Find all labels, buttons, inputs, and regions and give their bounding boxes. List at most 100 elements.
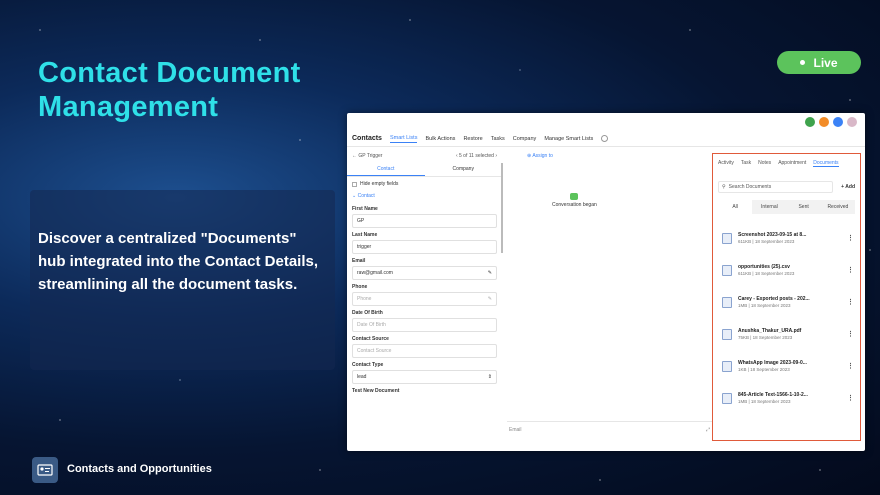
live-dot-icon <box>800 60 806 65</box>
document-item[interactable]: WhatsApp Image 2023-09-0... 1KB | 18 Sept… <box>713 350 860 382</box>
app-screenshot: Contacts Smart Lists Bulk Actions Restor… <box>347 113 865 451</box>
checkbox-icon[interactable] <box>352 181 357 187</box>
nav-tasks[interactable]: Tasks <box>491 136 505 142</box>
nav-bulk-actions[interactable]: Bulk Actions <box>425 136 455 142</box>
filter-internal[interactable]: Internal <box>752 200 786 214</box>
tab-notes[interactable]: Notes <box>758 160 771 167</box>
nav-restore[interactable]: Restore <box>463 136 482 142</box>
document-item[interactable]: 845-Article Text-1566-1-10-2... 1MB | 18 … <box>713 382 860 414</box>
field-input[interactable]: Date Of Birth <box>352 318 497 332</box>
field-label: Contact Type <box>352 362 384 368</box>
document-info: opportunities (25).csv 611KB | 18 Septemb… <box>738 264 847 276</box>
chat-icon <box>570 193 579 200</box>
document-item[interactable]: Anushka_Thakur_URA.pdf 75KB | 18 Septembe… <box>713 318 860 350</box>
tab-activity[interactable]: Activity <box>718 160 734 167</box>
pdf-file-icon <box>722 328 732 340</box>
edit-icon[interactable]: ✎ <box>488 296 492 302</box>
nav-manage-smart-lists[interactable]: Manage Smart Lists <box>544 136 593 142</box>
email-composer[interactable]: Email ⤢ <box>507 421 712 437</box>
document-item[interactable]: Screenshot 2023-09-15 at 8... 611KB | 18 … <box>713 222 860 254</box>
form-field: Contact Source Contact Source <box>347 336 502 358</box>
document-name: 845-Article Text-1566-1-10-2... <box>738 392 808 398</box>
field-input[interactable]: Contact Source <box>352 344 497 358</box>
document-name: WhatsApp Image 2023-09-0... <box>738 360 807 366</box>
document-meta: 611KB | 18 September 2023 <box>738 239 795 244</box>
contacts-icon <box>32 457 58 483</box>
field-input[interactable]: trigger <box>352 240 497 254</box>
document-info: 845-Article Text-1566-1-10-2... 1MB | 18 … <box>738 392 847 404</box>
contact-subtabs: Contact Company <box>347 163 502 177</box>
hide-empty-label: Hide empty fields <box>360 181 399 187</box>
field-input[interactable]: raw@gmail.com ✎ <box>352 266 497 280</box>
kebab-menu-icon[interactable]: ⋮ <box>847 266 854 274</box>
kebab-menu-icon[interactable]: ⋮ <box>847 362 854 370</box>
document-meta: 1KB | 18 September 2023 <box>738 367 790 372</box>
field-value: Date Of Birth <box>357 322 386 328</box>
kebab-menu-icon[interactable]: ⋮ <box>847 394 854 402</box>
email-placeholder: Email <box>509 427 522 433</box>
tab-task[interactable]: Task <box>741 160 751 167</box>
form-field: Contact Type lead ⇕ <box>347 362 502 384</box>
edit-icon[interactable]: ✎ <box>488 270 492 276</box>
kebab-menu-icon[interactable]: ⋮ <box>847 234 854 242</box>
select-arrow-icon[interactable]: ⇕ <box>488 374 492 380</box>
title-line-2: Management <box>38 91 219 123</box>
document-info: Screenshot 2023-09-15 at 8... 611KB | 18 … <box>738 232 847 244</box>
document-item[interactable]: opportunities (25).csv 611KB | 18 Septemb… <box>713 254 860 286</box>
field-value: trigger <box>357 244 372 250</box>
last-field: Test New Document <box>347 388 502 394</box>
tab-contact[interactable]: Contact <box>347 163 425 176</box>
add-document-button[interactable]: + Add <box>841 184 855 190</box>
footer-label: Contacts and Opportunities <box>67 463 212 475</box>
form-field: Last Name trigger <box>347 232 502 254</box>
document-filters: All Internal Sent Received <box>718 200 855 214</box>
field-input[interactable]: lead ⇕ <box>352 370 497 384</box>
phone-icon[interactable] <box>805 117 815 127</box>
help-icon[interactable] <box>833 117 843 127</box>
document-list: Screenshot 2023-09-15 at 8... 611KB | 18 … <box>713 222 860 414</box>
field-value: raw@gmail.com <box>357 270 393 276</box>
search-input[interactable]: ⚲ Search Documents <box>718 181 834 193</box>
assign-button[interactable]: ⊕ Assign to <box>507 149 712 159</box>
conversation-panel: ⊕ Assign to Conversation began Email ⤢ <box>507 149 712 451</box>
filter-sent[interactable]: Sent <box>787 200 821 214</box>
live-label: Live <box>813 55 838 70</box>
field-label: Contact Source <box>352 336 389 342</box>
settings-icon[interactable] <box>601 135 609 142</box>
document-name: Carey - Exported posts - 202... <box>738 296 810 302</box>
tab-documents[interactable]: Documents <box>813 160 839 167</box>
field-input[interactable]: Phone ✎ <box>352 292 497 306</box>
nav-smart-lists[interactable]: Smart Lists <box>389 135 418 143</box>
avatar[interactable] <box>847 117 857 127</box>
filter-received[interactable]: Received <box>821 200 855 214</box>
field-label: Phone <box>352 284 368 290</box>
documents-panel: Activity Task Notes Appointment Documents ⚲ … <box>712 153 861 441</box>
bell-icon[interactable] <box>819 117 829 127</box>
nav-company[interactable]: Company <box>513 136 537 142</box>
contact-panel: ← GP Trigger ‹ 5 of 11 selected › Contac… <box>347 149 502 451</box>
filter-all[interactable]: All <box>718 200 753 214</box>
field-list: First Name GP Last Name trigger Email raw@gma… <box>347 206 502 384</box>
document-meta: 1MB | 18 September 2023 <box>738 399 791 404</box>
kebab-menu-icon[interactable]: ⋮ <box>847 298 854 306</box>
description-text: Discover a centralized "Documents" hub i… <box>38 230 319 293</box>
right-tabs: Activity Task Notes Appointment Documents <box>713 154 860 167</box>
slide-title: Contact Document Management <box>38 56 301 124</box>
field-label: First Name <box>352 206 378 212</box>
hide-empty-toggle[interactable]: Hide empty fields <box>347 177 502 191</box>
document-name: Screenshot 2023-09-15 at 8... <box>738 232 807 238</box>
kebab-menu-icon[interactable]: ⋮ <box>847 330 854 338</box>
tab-company[interactable]: Company <box>425 163 503 176</box>
section-header[interactable]: ⌄ Contact <box>347 191 502 202</box>
expand-icon[interactable]: ⤢ <box>706 427 710 437</box>
back-link[interactable]: ← GP Trigger <box>352 153 382 159</box>
scrollbar[interactable] <box>501 163 503 253</box>
pager[interactable]: ‹ 5 of 11 selected › <box>456 153 497 159</box>
field-input[interactable]: GP <box>352 214 497 228</box>
field-label: Email <box>352 258 366 264</box>
app-nav: Contacts Smart Lists Bulk Actions Restor… <box>347 131 865 147</box>
document-item[interactable]: Carey - Exported posts - 202... 1MB | 18 … <box>713 286 860 318</box>
form-field: First Name GP <box>347 206 502 228</box>
nav-title: Contacts <box>352 135 382 142</box>
tab-appointment[interactable]: Appointment <box>778 160 806 167</box>
